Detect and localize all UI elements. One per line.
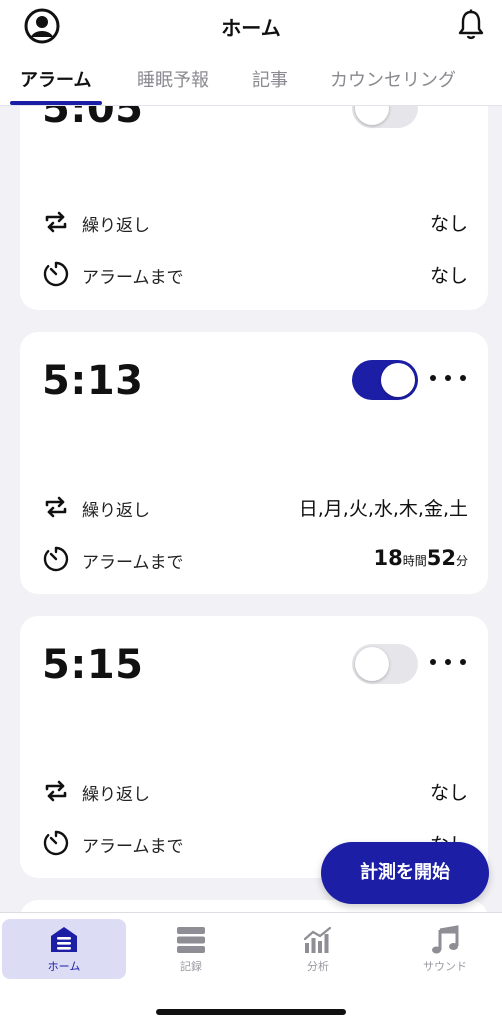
tab-alarm[interactable]: アラーム [20, 66, 91, 92]
nav-sound[interactable]: サウンド [383, 919, 502, 979]
repeat-label: 繰り返し [82, 216, 150, 236]
alarm-toggle[interactable] [352, 644, 418, 684]
until-minutes-unit: 分 [455, 554, 468, 568]
repeat-icon [45, 780, 67, 802]
alarm-card[interactable]: 5:13 繰り返し 日,月,火,水,木,金,土 アラームまで 18時間52分 [20, 332, 488, 594]
repeat-row[interactable]: 繰り返し なし [42, 774, 468, 806]
repeat-label: 繰り返し [82, 785, 150, 805]
repeat-row[interactable]: 繰り返し 日,月,火,水,木,金,土 [42, 490, 468, 522]
more-options-icon[interactable] [430, 372, 466, 384]
start-measurement-button[interactable]: 計測を開始 [321, 842, 489, 904]
repeat-value: 日,月,火,水,木,金,土 [298, 498, 468, 520]
repeat-value: なし [429, 213, 468, 235]
alarm-toggle[interactable] [352, 360, 418, 400]
until-alarm-label: アラームまで [82, 837, 184, 857]
home-indicator [156, 1009, 346, 1015]
tab-active-indicator [10, 101, 102, 105]
repeat-icon [45, 211, 67, 233]
records-icon [177, 927, 205, 953]
until-alarm-row: アラームまで 18時間52分 [42, 542, 468, 574]
until-alarm-label: アラームまで [82, 268, 184, 288]
repeat-label: 繰り返し [82, 501, 150, 521]
until-alarm-value: なし [429, 265, 468, 287]
until-alarm-row: アラームまで なし [42, 257, 468, 289]
alarm-time: 5:13 [42, 358, 144, 404]
tab-bar: アラーム 睡眠予報 記事 カウンセリング [0, 64, 502, 106]
alarm-time: 5:15 [42, 642, 144, 688]
repeat-row[interactable]: 繰り返し なし [42, 205, 468, 237]
nav-label: サウンド [423, 960, 467, 973]
nav-analysis[interactable]: 分析 [256, 919, 380, 979]
until-minutes: 52 [426, 546, 456, 570]
alarm-card[interactable]: 5:15 繰り返し なし アラームまで なし [20, 616, 488, 878]
tab-sleep-forecast[interactable]: 睡眠予報 [137, 66, 209, 92]
until-alarm-label: アラームまで [82, 553, 184, 573]
home-icon [51, 927, 77, 952]
tab-articles[interactable]: 記事 [252, 66, 288, 92]
toggle-knob [355, 647, 389, 681]
bell-icon[interactable] [456, 8, 486, 42]
toggle-knob [381, 363, 415, 397]
nav-home[interactable]: ホーム [2, 919, 126, 979]
nav-records[interactable]: 記録 [129, 919, 253, 979]
until-hours-unit: 時間 [402, 554, 427, 568]
more-options-icon[interactable] [430, 656, 466, 668]
timer-icon [43, 261, 69, 287]
timer-icon [43, 546, 69, 572]
repeat-icon [45, 496, 67, 518]
repeat-value: なし [429, 782, 468, 804]
nav-label: ホーム [47, 960, 81, 973]
app-header: ホーム アラーム 睡眠予報 記事 カウンセリング [0, 0, 502, 106]
tab-counseling[interactable]: カウンセリング [330, 66, 456, 92]
nav-label: 分析 [307, 960, 329, 973]
music-note-icon [432, 925, 459, 954]
analysis-icon [303, 926, 332, 953]
timer-icon [43, 830, 69, 856]
nav-label: 記録 [180, 960, 202, 973]
until-alarm-value: 18時間52分 [374, 546, 469, 570]
until-hours: 18 [373, 546, 403, 570]
bottom-nav: ホーム 記録 分析 サウンド [0, 912, 502, 1024]
page-title: ホーム [221, 16, 281, 40]
